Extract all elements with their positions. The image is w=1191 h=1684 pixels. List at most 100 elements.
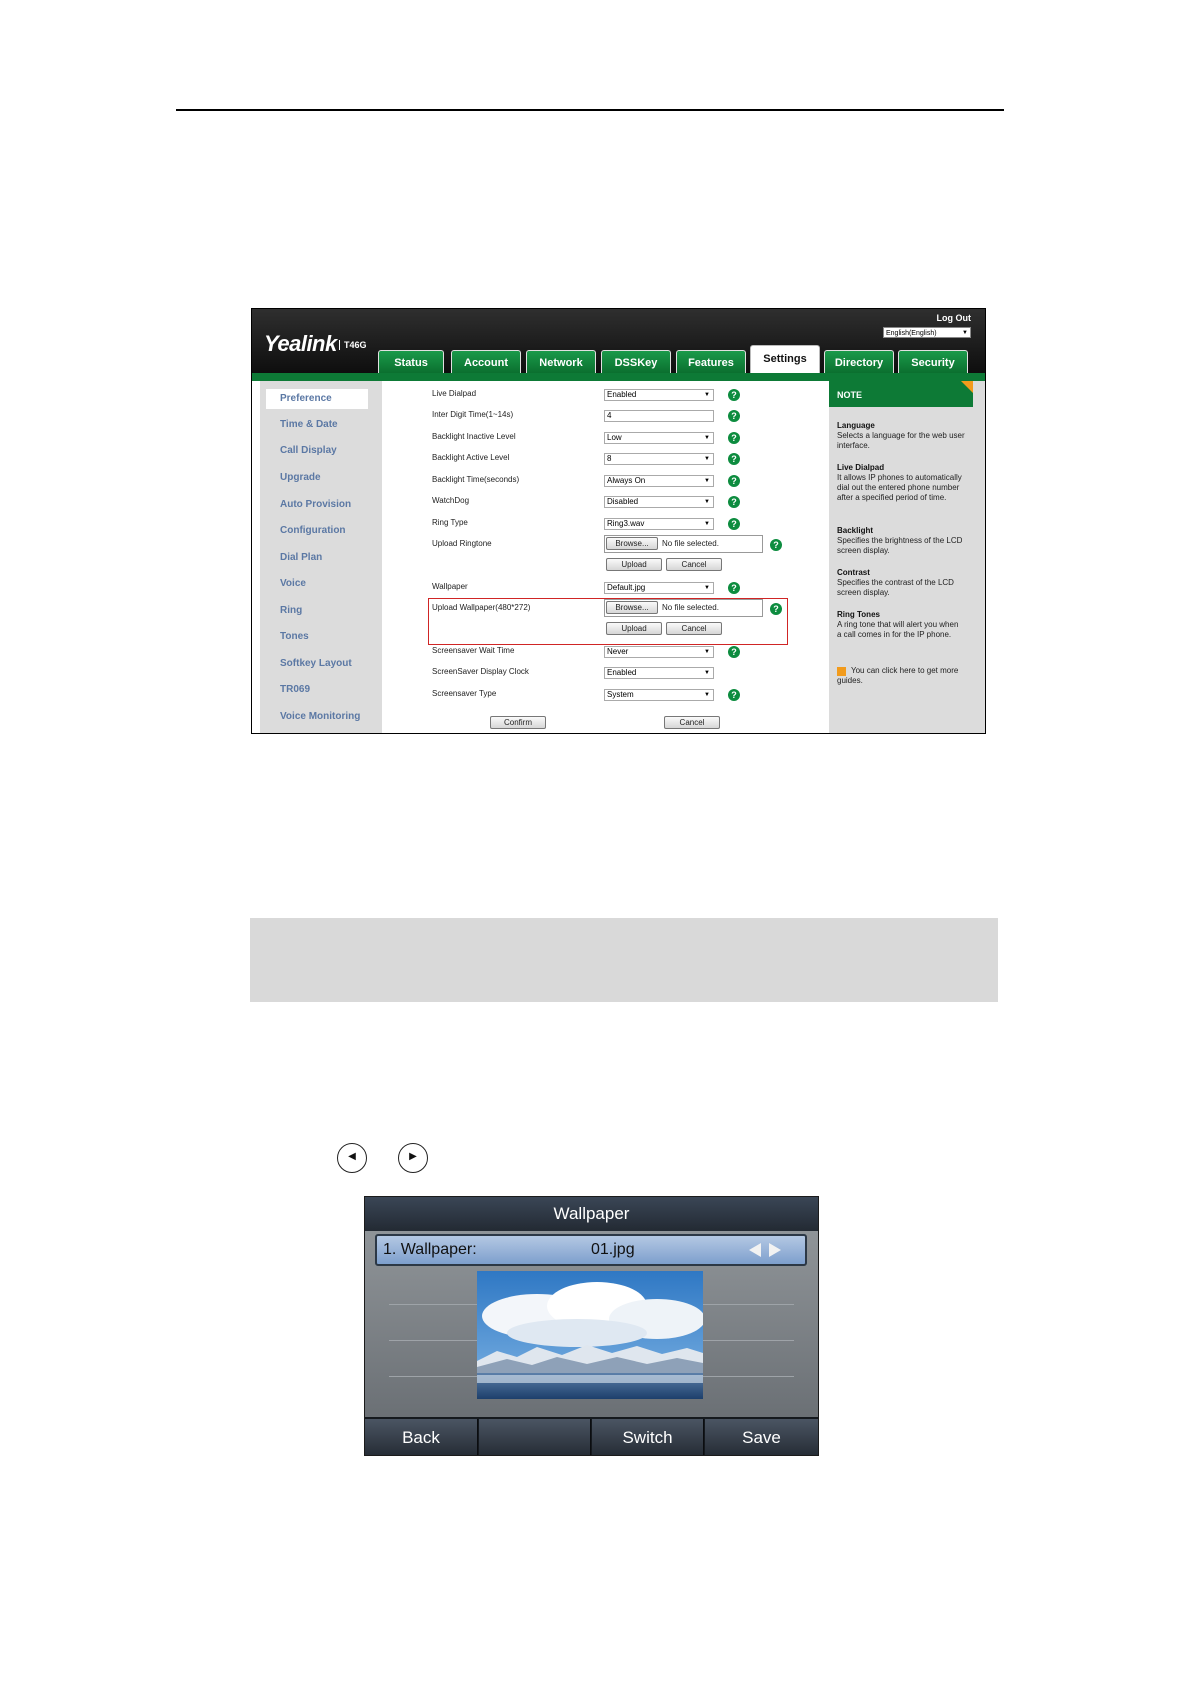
- guide-link[interactable]: You can click here to get more guides.: [837, 666, 965, 686]
- backlight-inactive-select[interactable]: Low ▼: [604, 432, 714, 444]
- softkey-back[interactable]: Back: [365, 1419, 478, 1455]
- tab-directory[interactable]: Directory: [824, 350, 894, 373]
- field-label: Live Dialpad: [432, 389, 477, 398]
- wallpaper-label: 1. Wallpaper:: [383, 1241, 477, 1258]
- softkey-save[interactable]: Save: [705, 1419, 818, 1455]
- field-label: ScreenSaver Display Clock: [432, 667, 529, 676]
- sidebar-item-softkey-layout[interactable]: Softkey Layout: [280, 658, 352, 669]
- field-label: Backlight Inactive Level: [432, 432, 516, 441]
- tab-account[interactable]: Account: [451, 350, 521, 373]
- sidebar-item-call-display[interactable]: Call Display: [280, 445, 337, 456]
- backlight-active-select[interactable]: 8 ▼: [604, 453, 714, 465]
- help-icon[interactable]: ?: [728, 475, 740, 487]
- dropdown-arrow-icon: ▼: [704, 692, 710, 698]
- wallpaper-row[interactable]: 1. Wallpaper: 01.jpg: [375, 1234, 807, 1266]
- field-label: Screensaver Wait Time: [432, 646, 515, 655]
- select-value: 8: [607, 454, 612, 463]
- left-arrow-icon[interactable]: [749, 1243, 761, 1257]
- tab-network[interactable]: Network: [526, 350, 596, 373]
- field-label: Upload Wallpaper(480*272): [432, 603, 531, 612]
- dropdown-arrow-icon: ▼: [704, 670, 710, 676]
- dropdown-arrow-icon: ▼: [704, 478, 710, 484]
- header-rule: [176, 109, 1004, 111]
- help-icon[interactable]: ?: [728, 689, 740, 701]
- field-label: Backlight Time(seconds): [432, 475, 520, 484]
- wallpaper-preview-image: [477, 1271, 703, 1399]
- sidebar-item-tones[interactable]: Tones: [280, 631, 309, 642]
- help-icon[interactable]: ?: [728, 582, 740, 594]
- select-value: Never: [607, 647, 629, 656]
- sidebar-item-voice[interactable]: Voice: [280, 578, 306, 589]
- cancel-button[interactable]: Cancel: [664, 716, 720, 729]
- upload-ringtone-button[interactable]: Upload: [606, 558, 662, 571]
- sidebar-item-auto-provision[interactable]: Auto Provision: [280, 499, 351, 510]
- screensaver-wait-select[interactable]: Never ▼: [604, 646, 714, 658]
- sidebar-item-upgrade[interactable]: Upgrade: [280, 472, 321, 483]
- help-icon[interactable]: ?: [770, 603, 782, 615]
- help-icon[interactable]: ?: [728, 432, 740, 444]
- sidebar-item-voice-monitoring[interactable]: Voice Monitoring: [280, 711, 360, 722]
- sidebar-item-time-date[interactable]: Time & Date: [280, 419, 338, 430]
- note-title: Language: [837, 421, 875, 430]
- cancel-ringtone-button[interactable]: Cancel: [666, 558, 722, 571]
- help-icon[interactable]: ?: [728, 518, 740, 530]
- live-dialpad-select[interactable]: Enabled ▼: [604, 389, 714, 401]
- dropdown-arrow-icon: ▼: [704, 435, 710, 441]
- help-icon[interactable]: ?: [728, 389, 740, 401]
- screensaver-clock-select[interactable]: Enabled ▼: [604, 667, 714, 679]
- help-icon[interactable]: ?: [728, 453, 740, 465]
- screensaver-type-select[interactable]: System ▼: [604, 689, 714, 701]
- select-value: Enabled: [607, 668, 637, 677]
- phone-screen: Wallpaper 1. Wallpaper: 01.jpg Back Swit…: [364, 1196, 819, 1456]
- help-icon[interactable]: ?: [728, 496, 740, 508]
- note-corner-fold: [961, 381, 973, 393]
- sidebar-item-configuration[interactable]: Configuration: [280, 525, 346, 536]
- help-icon[interactable]: ?: [728, 646, 740, 658]
- inter-digit-time-input[interactable]: 4: [604, 410, 714, 422]
- select-value: Default.jpg: [607, 583, 646, 592]
- left-arrow-key-icon: ◀: [337, 1143, 367, 1173]
- softkey-empty[interactable]: [479, 1419, 591, 1455]
- tab-dsskey[interactable]: DSSKey: [601, 350, 671, 373]
- note-text: Specifies the brightness of the LCD scre…: [837, 536, 963, 555]
- field-label: Ring Type: [432, 518, 468, 527]
- backlight-time-select[interactable]: Always On ▼: [604, 475, 714, 487]
- dropdown-arrow-icon: ▼: [704, 585, 710, 591]
- tab-features[interactable]: Features: [676, 350, 746, 373]
- dropdown-arrow-icon: ▼: [704, 392, 710, 398]
- tab-security[interactable]: Security: [898, 350, 968, 373]
- upload-wallpaper-button[interactable]: Upload: [606, 622, 662, 635]
- ring-type-select[interactable]: Ring3.wav ▼: [604, 518, 714, 530]
- softkey-switch[interactable]: Switch: [592, 1419, 704, 1455]
- select-value: System: [607, 690, 634, 699]
- right-arrow-icon[interactable]: [769, 1243, 781, 1257]
- cancel-wallpaper-button[interactable]: Cancel: [666, 622, 722, 635]
- sidebar-item-dial-plan[interactable]: Dial Plan: [280, 552, 322, 563]
- sidebar-item-ring[interactable]: Ring: [280, 605, 302, 616]
- tab-status[interactable]: Status: [378, 350, 444, 373]
- note-title: Ring Tones: [837, 610, 880, 619]
- language-select[interactable]: English(English) ▼: [883, 327, 971, 338]
- help-icon[interactable]: ?: [770, 539, 782, 551]
- note-title: Backlight: [837, 526, 874, 535]
- tab-settings[interactable]: Settings: [750, 345, 820, 373]
- watchdog-select[interactable]: Disabled ▼: [604, 496, 714, 508]
- wallpaper-select[interactable]: Default.jpg ▼: [604, 582, 714, 594]
- help-icon[interactable]: ?: [728, 410, 740, 422]
- confirm-button[interactable]: Confirm: [490, 716, 546, 729]
- select-value: Always On: [607, 476, 646, 485]
- web-ui-screenshot: Yealink T46G Log Out English(English) ▼ S…: [251, 308, 986, 734]
- browse-ringtone-button[interactable]: Browse...: [606, 537, 658, 550]
- dropdown-arrow-icon: ▼: [704, 456, 710, 462]
- note-band: [250, 918, 998, 1002]
- field-label: Backlight Active Level: [432, 453, 510, 462]
- dropdown-arrow-icon: ▼: [704, 499, 710, 505]
- dropdown-arrow-icon: ▼: [962, 330, 968, 336]
- note-title: Contrast: [837, 568, 870, 577]
- sidebar-item-preference[interactable]: Preference: [280, 393, 332, 404]
- field-label: Screensaver Type: [432, 689, 497, 698]
- dropdown-arrow-icon: ▼: [704, 521, 710, 527]
- browse-wallpaper-button[interactable]: Browse...: [606, 601, 658, 614]
- logout-link[interactable]: Log Out: [937, 313, 972, 323]
- sidebar-item-tr069[interactable]: TR069: [280, 684, 310, 695]
